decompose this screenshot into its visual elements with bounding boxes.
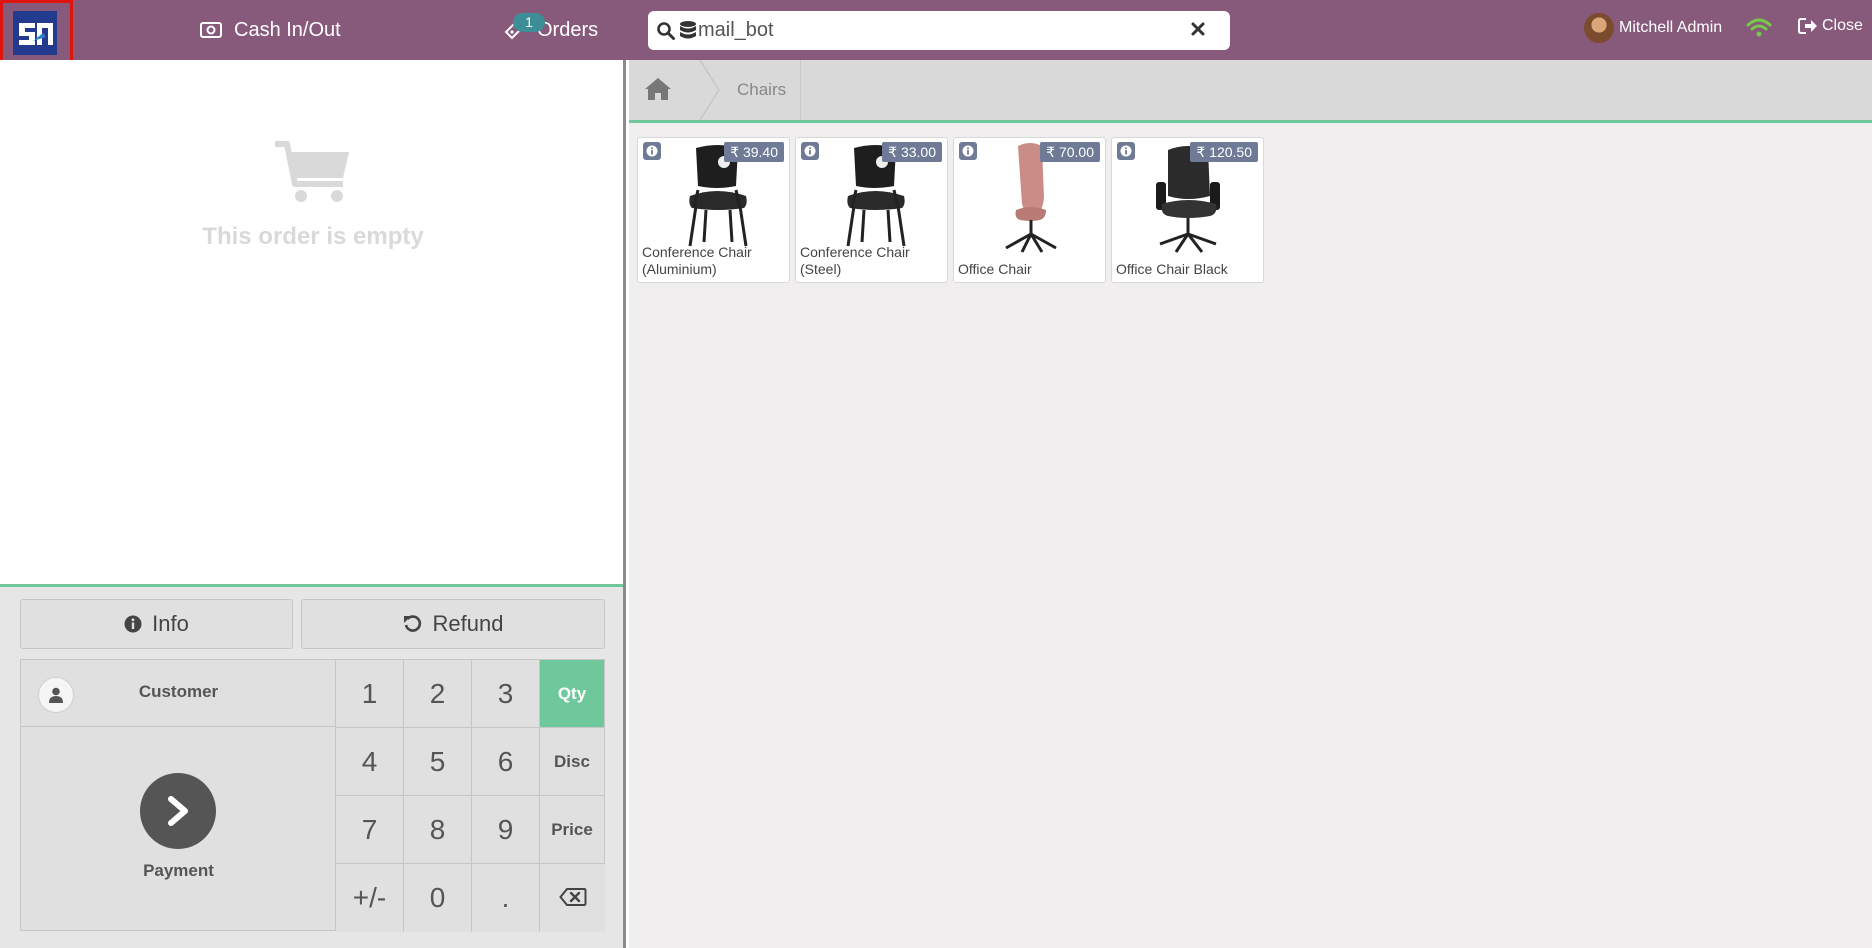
info-label: Info	[152, 611, 189, 636]
numpad-key-plus-minus[interactable]: +/-	[336, 864, 404, 932]
company-logo[interactable]	[13, 11, 57, 55]
search-input[interactable]	[698, 19, 1168, 42]
products-pane: Chairs ₹ 39.40 Conference Chair (Alumini…	[629, 60, 1872, 948]
database-icon	[679, 20, 697, 42]
sign-out-icon	[1798, 17, 1818, 35]
close-button[interactable]: Close	[1798, 17, 1863, 35]
product-search-bar	[648, 11, 1230, 50]
product-card-office-chair[interactable]: ₹ 70.00 Office Chair	[953, 137, 1106, 283]
empty-order-text: This order is empty	[202, 223, 424, 250]
refund-button[interactable]: Refund	[301, 599, 605, 649]
numpad-key-7[interactable]: 7	[336, 796, 404, 864]
product-card-conference-chair-steel[interactable]: ₹ 33.00 Conference Chair (Steel)	[795, 137, 948, 283]
shopping-cart-icon	[273, 141, 353, 210]
product-info-icon[interactable]	[643, 142, 661, 160]
numpad-key-8[interactable]: 8	[404, 796, 472, 864]
backspace-button[interactable]	[540, 864, 605, 932]
payment-label: Payment	[143, 861, 214, 880]
numpad-key-3[interactable]: 3	[472, 660, 540, 728]
product-price: ₹ 39.40	[724, 142, 784, 162]
chevron-right-icon	[140, 773, 216, 849]
user-avatar	[1584, 13, 1614, 43]
mode-price-button[interactable]: Price	[540, 796, 605, 864]
numpad-key-6[interactable]: 6	[472, 728, 540, 796]
user-menu[interactable]: Mitchell Admin	[1584, 13, 1722, 43]
numpad-key-decimal[interactable]: .	[472, 864, 540, 932]
numpad-key-0[interactable]: 0	[404, 864, 472, 932]
info-icon	[124, 615, 142, 633]
close-label: Close	[1822, 17, 1863, 34]
mode-disc-button[interactable]: Disc	[540, 728, 605, 796]
empty-order-placeholder: This order is empty	[0, 140, 626, 251]
numpad-key-4[interactable]: 4	[336, 728, 404, 796]
mode-qty-button[interactable]: Qty	[540, 660, 605, 728]
app-logo-frame[interactable]	[0, 0, 73, 67]
product-price: ₹ 70.00	[1040, 142, 1100, 162]
product-info-icon[interactable]	[1117, 142, 1135, 160]
refund-label: Refund	[432, 611, 504, 636]
breadcrumb-category-chairs[interactable]: Chairs	[737, 60, 786, 120]
product-price: ₹ 120.50	[1190, 142, 1258, 162]
customer-label: Customer	[138, 682, 219, 701]
payment-button[interactable]: Payment	[21, 727, 336, 930]
money-icon	[200, 22, 222, 38]
control-panel: Info Refund Customer Payment 1 2 3 Qty 4…	[0, 584, 623, 948]
product-name: Office Chair	[958, 261, 1032, 277]
product-name: Conference Chair (Aluminium)	[642, 244, 752, 277]
wifi-icon	[1746, 17, 1772, 44]
clear-search-icon[interactable]	[1190, 21, 1206, 37]
product-card-office-chair-black[interactable]: ₹ 120.50 Office Chair Black	[1111, 137, 1264, 283]
backspace-icon	[558, 882, 587, 914]
numpad-key-9[interactable]: 9	[472, 796, 540, 864]
breadcrumb: Chairs	[629, 60, 1872, 123]
numpad-key-2[interactable]: 2	[404, 660, 472, 728]
numpad-key-5[interactable]: 5	[404, 728, 472, 796]
info-button[interactable]: Info	[20, 599, 293, 649]
cash-in-out-button[interactable]: Cash In/Out	[200, 0, 341, 60]
cash-in-out-label: Cash In/Out	[234, 18, 341, 41]
undo-icon	[403, 614, 423, 634]
breadcrumb-separator	[699, 60, 720, 120]
product-info-icon[interactable]	[959, 142, 977, 160]
product-name: Conference Chair (Steel)	[800, 244, 910, 277]
order-pane: This order is empty Info Refund Customer	[0, 60, 626, 948]
home-icon[interactable]	[643, 76, 673, 107]
customer-button[interactable]: Customer	[21, 660, 336, 727]
product-name: Office Chair Black	[1116, 261, 1228, 277]
product-price: ₹ 33.00	[882, 142, 942, 162]
orders-count-badge: 1	[513, 13, 545, 32]
breadcrumb-divider	[800, 60, 801, 120]
top-bar: Cash In/Out Orders 1 Mitchell Admin Clos…	[0, 0, 1872, 67]
product-card-conference-chair-aluminium[interactable]: ₹ 39.40 Conference Chair (Aluminium)	[637, 137, 790, 283]
user-name: Mitchell Admin	[1619, 19, 1723, 36]
numpad-key-1[interactable]: 1	[336, 660, 404, 728]
numpad-panel: Customer Payment 1 2 3 Qty 4 5 6 Disc 7 …	[20, 659, 605, 932]
orders-label: Orders	[537, 18, 599, 41]
search-icon	[656, 21, 676, 41]
product-info-icon[interactable]	[801, 142, 819, 160]
